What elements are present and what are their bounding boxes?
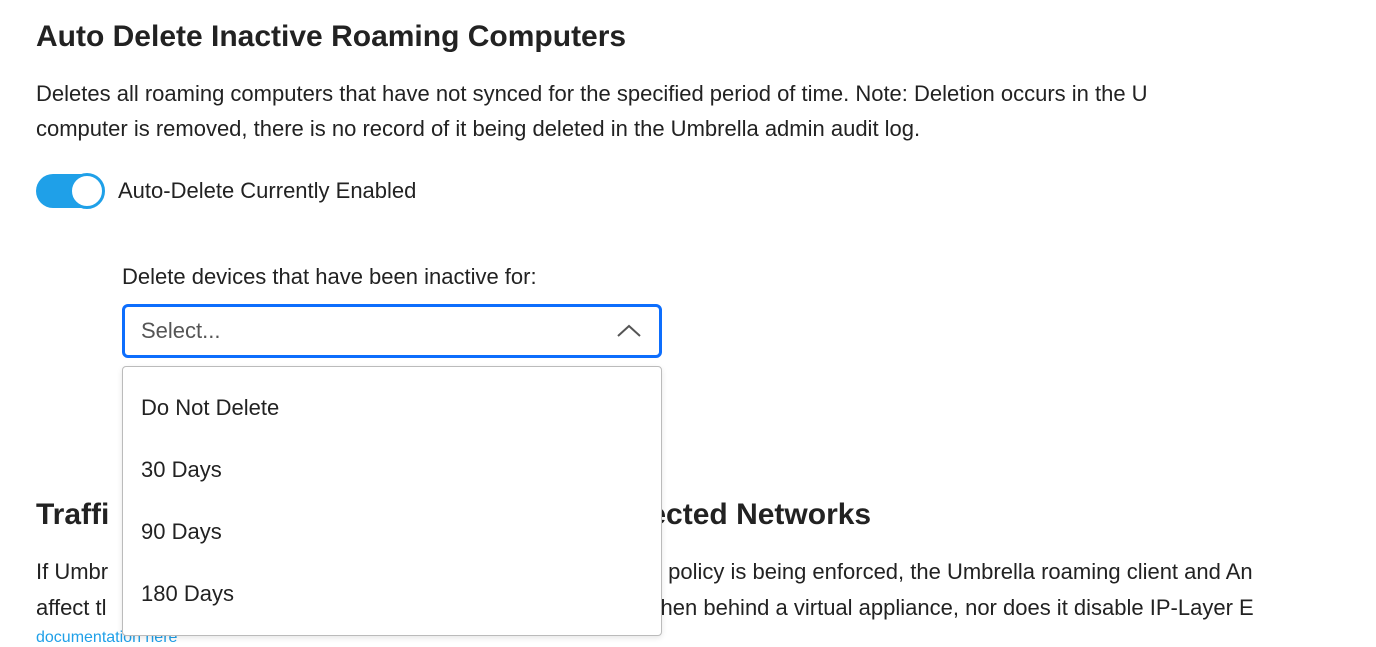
- traffic-title-left: Traffi: [36, 498, 109, 531]
- inactive-period-dropdown: Do Not Delete 30 Days 90 Days 180 Days: [122, 366, 662, 636]
- toggle-knob: [69, 173, 105, 209]
- auto-delete-title: Auto Delete Inactive Roaming Computers: [36, 20, 1340, 54]
- option-90-days[interactable]: 90 Days: [123, 501, 661, 563]
- inactive-period-select[interactable]: Select...: [122, 304, 662, 358]
- traffic-desc-right-1: policy is being enforced, the Umbrella r…: [668, 559, 1253, 584]
- traffic-title-right: ected Networks: [649, 498, 871, 531]
- traffic-desc-left-2: affect tl: [36, 595, 107, 620]
- inactive-period-field: Delete devices that have been inactive f…: [122, 264, 1340, 358]
- chevron-up-icon: [615, 322, 643, 340]
- description-line-2: computer is removed, there is no record …: [36, 116, 920, 141]
- description-line-1: Deletes all roaming computers that have …: [36, 81, 1148, 106]
- auto-delete-toggle-row: Auto-Delete Currently Enabled: [36, 174, 1340, 208]
- option-do-not-delete[interactable]: Do Not Delete: [123, 377, 661, 439]
- option-180-days[interactable]: 180 Days: [123, 563, 661, 625]
- auto-delete-toggle[interactable]: [36, 174, 104, 208]
- inactive-period-select-wrap: Select... Do Not Delete 30 Days 90 Days …: [122, 304, 1340, 358]
- traffic-desc-right-2: hen behind a virtual appliance, nor does…: [661, 595, 1254, 620]
- inactive-period-select-placeholder: Select...: [141, 318, 220, 344]
- option-30-days[interactable]: 30 Days: [123, 439, 661, 501]
- auto-delete-description: Deletes all roaming computers that have …: [36, 76, 1340, 146]
- traffic-desc-left-1: If Umbr: [36, 559, 108, 584]
- auto-delete-toggle-label: Auto-Delete Currently Enabled: [118, 178, 416, 204]
- inactive-period-label: Delete devices that have been inactive f…: [122, 264, 1340, 290]
